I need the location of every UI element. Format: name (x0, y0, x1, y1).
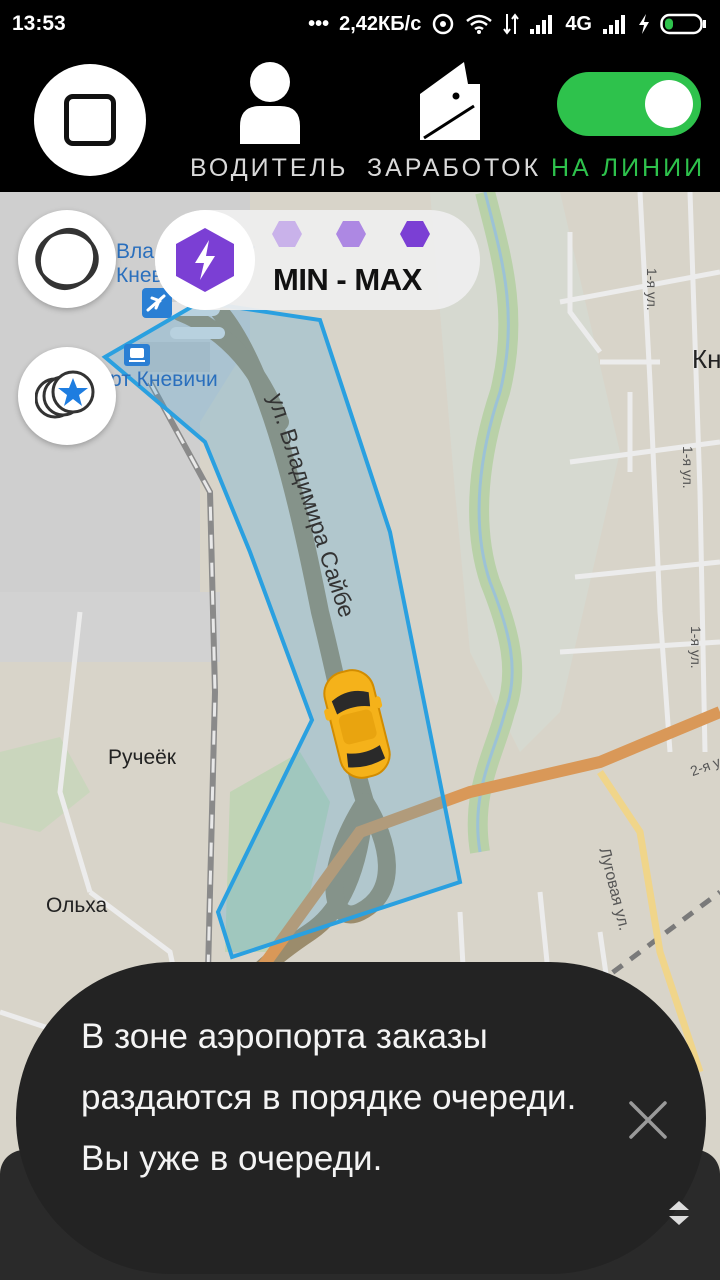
more-dots-icon: ••• (308, 12, 330, 35)
map-label-village-2: Ольха (46, 894, 108, 917)
earnings-tab-label[interactable]: ЗАРАБОТОК (367, 154, 541, 183)
signal-icon (530, 15, 553, 34)
driver-tab-label[interactable]: ВОДИТЕЛЬ (190, 154, 348, 183)
street-label-1ya-b: 1-я ул. (680, 446, 696, 489)
stop-button[interactable] (34, 64, 146, 176)
lightning-icon (176, 228, 234, 292)
surge-level-3-icon (400, 221, 430, 247)
favorites-button[interactable] (18, 347, 116, 445)
network-type: 4G (565, 12, 592, 35)
wifi-icon (466, 14, 493, 34)
map-label-village-1: Ручеёк (108, 746, 176, 769)
wallet-icon[interactable] (416, 60, 484, 144)
street-label-1ya-c: 1-я ул. (688, 626, 704, 669)
train-station-icon[interactable] (124, 344, 150, 366)
network-speed: 2,42КБ/с (339, 12, 422, 35)
battery-icon (660, 13, 706, 35)
close-icon[interactable] (628, 1100, 668, 1140)
surge-indicator[interactable]: MIN - MAX (155, 210, 480, 310)
toggle-knob (645, 80, 693, 128)
orbit-circles-icon (35, 228, 99, 290)
top-bar: ВОДИТЕЛЬ ЗАРАБОТОК НА ЛИНИИ (0, 50, 720, 192)
surge-bolt-button[interactable] (155, 210, 255, 310)
surge-level-2-icon (336, 221, 366, 247)
toast-message: В зоне аэропорта заказы раздаются в поря… (81, 1017, 577, 1178)
sort-arrows-icon[interactable] (666, 1198, 692, 1228)
status-icons: ••• 2,42КБ/с 4G (308, 12, 708, 36)
map-label-edge: Кн (692, 344, 720, 374)
map-label-terminal: рт Кневичи (110, 368, 218, 391)
taxi-car-icon (323, 669, 391, 779)
online-status-label: НА ЛИНИИ (551, 154, 706, 182)
surge-label: MIN - MAX (273, 262, 422, 297)
data-arrows-icon (503, 13, 520, 35)
surge-level-1-icon (272, 221, 302, 247)
status-time: 13:53 (12, 12, 66, 35)
charging-icon (639, 14, 649, 34)
hotspot-icon (433, 13, 454, 35)
circles-button[interactable] (18, 210, 116, 308)
status-bar: 13:53 ••• 2,42КБ/с 4G (0, 0, 720, 50)
street-label-1ya-a: 1-я ул. (644, 268, 660, 311)
online-toggle[interactable] (557, 72, 701, 136)
driver-icon[interactable] (238, 60, 302, 146)
star-stack-icon (35, 370, 95, 419)
queue-toast: В зоне аэропорта заказы раздаются в поря… (16, 962, 706, 1274)
map-label-airport-1: Вла (116, 240, 154, 263)
surge-levels (271, 220, 431, 248)
stop-square-icon (64, 94, 116, 146)
signal-icon-2 (603, 15, 625, 34)
